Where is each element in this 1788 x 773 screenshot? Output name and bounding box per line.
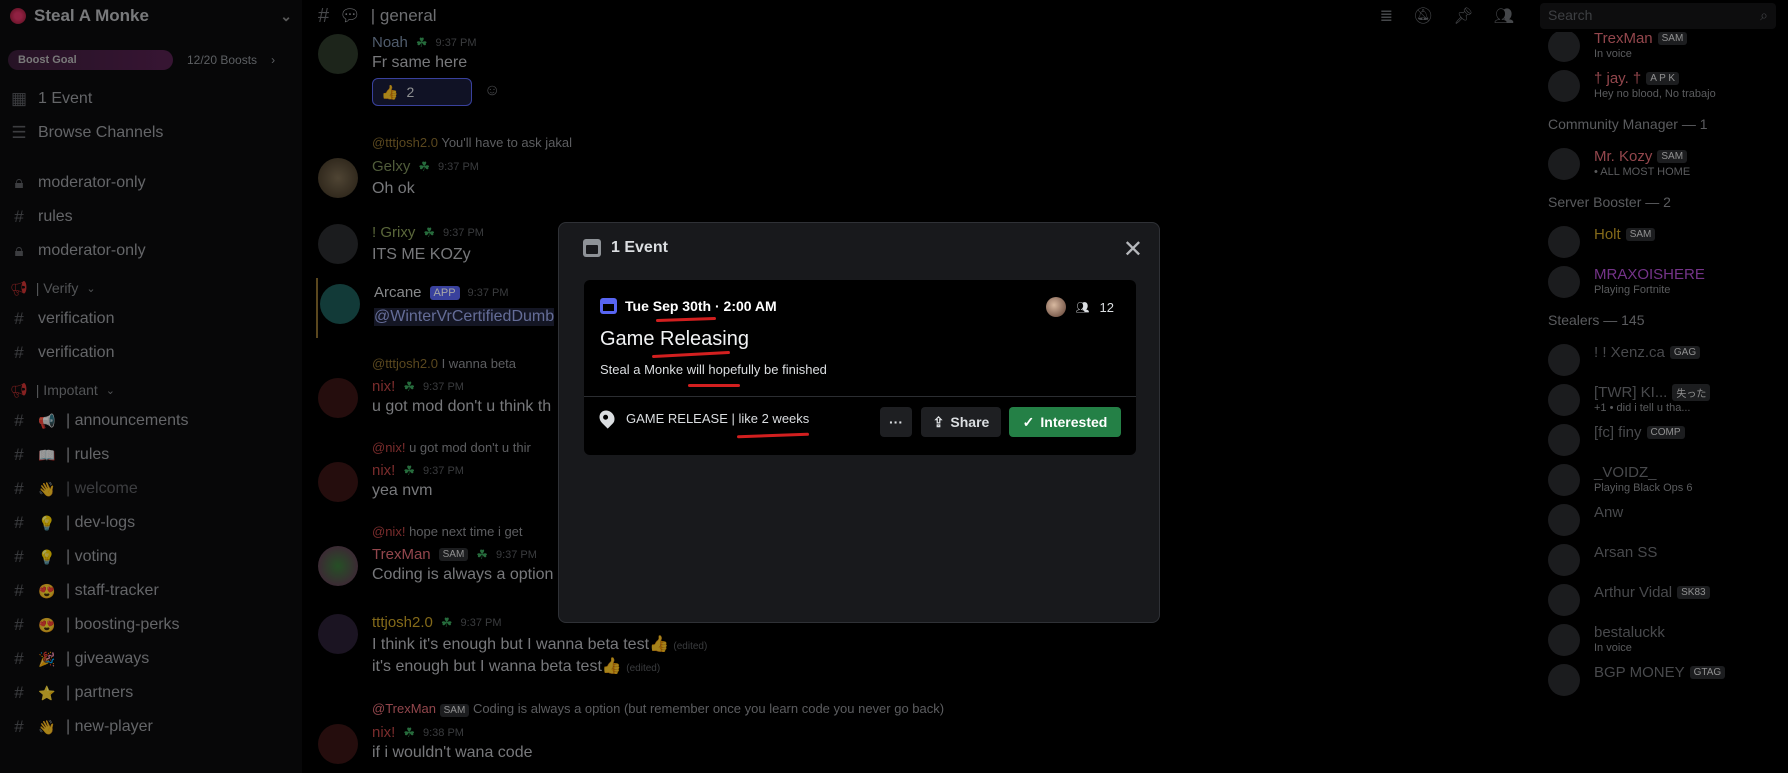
annotation-underline [651, 350, 731, 359]
discord-app: Steal A Monke ⌄ Boost Goal 12/20 Boosts … [0, 0, 1788, 773]
events-modal: 1 Event ✕ Tue Sep 30th · 2:00 AM 👥︎ 12 G… [558, 222, 1160, 623]
interested-label: Interested [1040, 414, 1108, 430]
modal-header: 1 Event [583, 239, 668, 257]
event-location-text: GAME RELEASE | like 2 weeks [626, 410, 810, 426]
interested-count-value: 12 [1099, 299, 1114, 315]
check-icon: ✓ [1022, 413, 1035, 430]
more-options-button[interactable]: ··· [880, 407, 912, 437]
modal-title: 1 Event [611, 239, 668, 256]
event-title: Game Releasing [600, 328, 749, 350]
event-location: GAME RELEASE | like 2 weeks [596, 407, 810, 429]
divider [584, 396, 1136, 397]
people-icon: 👥︎ [1075, 301, 1090, 314]
more-icon: ··· [889, 414, 903, 430]
location-pin-icon [596, 407, 618, 429]
event-description: Steal a Monke will hopefully be finished [600, 362, 827, 377]
share-label: Share [950, 414, 990, 430]
avatar [1045, 297, 1066, 317]
annotation-underline [655, 316, 717, 323]
interested-button[interactable]: ✓ Interested [1009, 407, 1121, 437]
calendar-icon [600, 298, 617, 314]
calendar-icon [583, 239, 601, 257]
close-icon[interactable]: ✕ [1123, 235, 1143, 264]
event-date: Tue Sep 30th · 2:00 AM [600, 298, 777, 314]
event-date-text: Tue Sep 30th · 2:00 AM [625, 298, 777, 314]
share-icon: ⇪ [932, 413, 945, 430]
annotation-underline [736, 432, 810, 439]
share-button[interactable]: ⇪ Share [921, 407, 1001, 437]
event-card[interactable]: Tue Sep 30th · 2:00 AM 👥︎ 12 Game Releas… [584, 280, 1136, 455]
annotation-underline [688, 384, 740, 387]
interested-count[interactable]: 👥︎ 12 [1045, 297, 1114, 317]
